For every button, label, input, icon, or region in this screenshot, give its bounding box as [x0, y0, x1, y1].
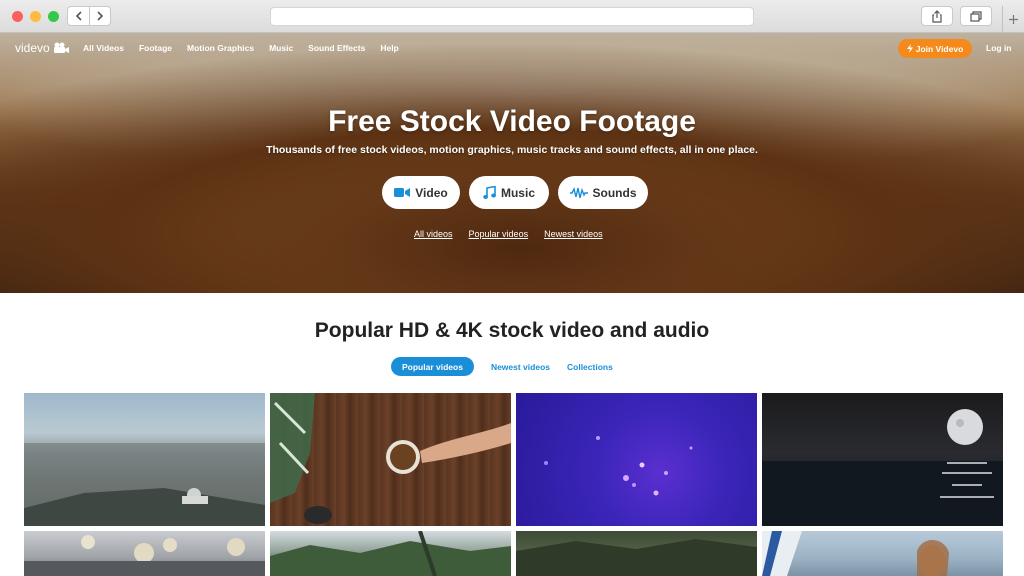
- forward-button[interactable]: [89, 6, 111, 26]
- newest-videos-link[interactable]: Newest videos: [544, 229, 603, 239]
- music-category-button[interactable]: Music: [469, 176, 549, 209]
- address-bar[interactable]: [270, 7, 754, 26]
- login-link[interactable]: Log in: [986, 43, 1012, 53]
- nav-motion-graphics[interactable]: Motion Graphics: [187, 43, 254, 53]
- thumbnail-clocks-image: [24, 535, 265, 576]
- video-tabs: Popular videos Newest videos Collections: [391, 357, 613, 376]
- nav-help[interactable]: Help: [380, 43, 398, 53]
- category-buttons: Video Music Sounds: [382, 176, 648, 209]
- sounds-category-button[interactable]: Sounds: [558, 176, 648, 209]
- tabs-overview-button[interactable]: [960, 6, 992, 26]
- nav-music[interactable]: Music: [269, 43, 293, 53]
- video-category-label: Video: [415, 185, 448, 200]
- chevron-left-icon: [75, 11, 82, 21]
- lightning-icon: [906, 44, 913, 53]
- share-icon: [932, 9, 942, 23]
- hero-subtitle: Thousands of free stock videos, motion g…: [266, 144, 758, 156]
- section-title: Popular HD & 4K stock video and audio: [314, 319, 710, 342]
- thumbnail-sailing-image: [762, 531, 949, 576]
- browser-toolbar: [0, 0, 1024, 33]
- thumbnail-city-image: [24, 443, 265, 526]
- hero-title: Free Stock Video Footage: [328, 105, 696, 138]
- share-button[interactable]: [921, 6, 953, 26]
- chevron-right-icon: [97, 11, 104, 21]
- new-tab-button[interactable]: [1002, 6, 1024, 33]
- site-logo[interactable]: videvo: [15, 41, 70, 55]
- music-note-icon: [483, 185, 496, 199]
- tab-newest-videos[interactable]: Newest videos: [491, 357, 550, 376]
- site-header: videvo All Videos Footage Motion Graphic…: [0, 33, 1024, 63]
- join-button[interactable]: Join Videvo: [898, 39, 972, 58]
- video-thumbnail-sailing-woman[interactable]: [762, 531, 1003, 576]
- close-window-button[interactable]: [12, 11, 23, 22]
- back-button[interactable]: [67, 6, 89, 26]
- camera-icon: [53, 42, 69, 53]
- sound-wave-icon: [569, 186, 588, 198]
- main-nav: All Videos Footage Motion Graphics Music…: [83, 43, 414, 53]
- video-camera-icon: [394, 188, 411, 197]
- logo-text: videvo: [15, 41, 50, 55]
- popular-videos-link[interactable]: Popular videos: [469, 229, 529, 239]
- video-thumbnail-tropical[interactable]: [270, 531, 511, 576]
- nav-sound-effects[interactable]: Sound Effects: [308, 43, 365, 53]
- video-thumbnail-clocks[interactable]: [24, 531, 265, 576]
- hero-banner: videvo All Videos Footage Motion Graphic…: [0, 33, 1024, 293]
- thumbnail-tropical-image: [270, 531, 511, 576]
- thumbnail-coffee-image: [270, 393, 511, 524]
- music-category-label: Music: [500, 185, 535, 200]
- tab-collections[interactable]: Collections: [567, 357, 613, 376]
- video-category-button[interactable]: Video: [382, 176, 460, 209]
- thumbnail-bokeh-image: [544, 436, 693, 496]
- thumbnail-forest-image: [516, 539, 757, 576]
- minimize-window-button[interactable]: [30, 11, 41, 22]
- sounds-category-label: Sounds: [592, 185, 637, 200]
- zoom-window-button[interactable]: [48, 11, 59, 22]
- tab-popular-videos[interactable]: Popular videos: [391, 357, 474, 376]
- nav-footage[interactable]: Footage: [139, 43, 172, 53]
- tabs-icon: [970, 10, 982, 22]
- nav-all-videos[interactable]: All Videos: [83, 43, 124, 53]
- all-videos-link[interactable]: All videos: [414, 229, 453, 239]
- window-controls: [12, 11, 59, 22]
- hero-quick-links: All videos Popular videos Newest videos: [414, 229, 603, 239]
- video-thumbnail-purple-bokeh[interactable]: [516, 393, 757, 526]
- history-nav: [67, 6, 111, 26]
- video-thumbnail-forest-valley[interactable]: [516, 531, 757, 576]
- video-thumbnail-moon-ocean[interactable]: [762, 393, 1003, 526]
- video-thumbnail-city-view[interactable]: [24, 393, 265, 526]
- video-thumbnail-coffee-cup[interactable]: [270, 393, 511, 526]
- join-label: Join Videvo: [915, 43, 964, 54]
- plus-icon: [1009, 15, 1018, 24]
- thumbnail-moon-image: [762, 409, 1003, 526]
